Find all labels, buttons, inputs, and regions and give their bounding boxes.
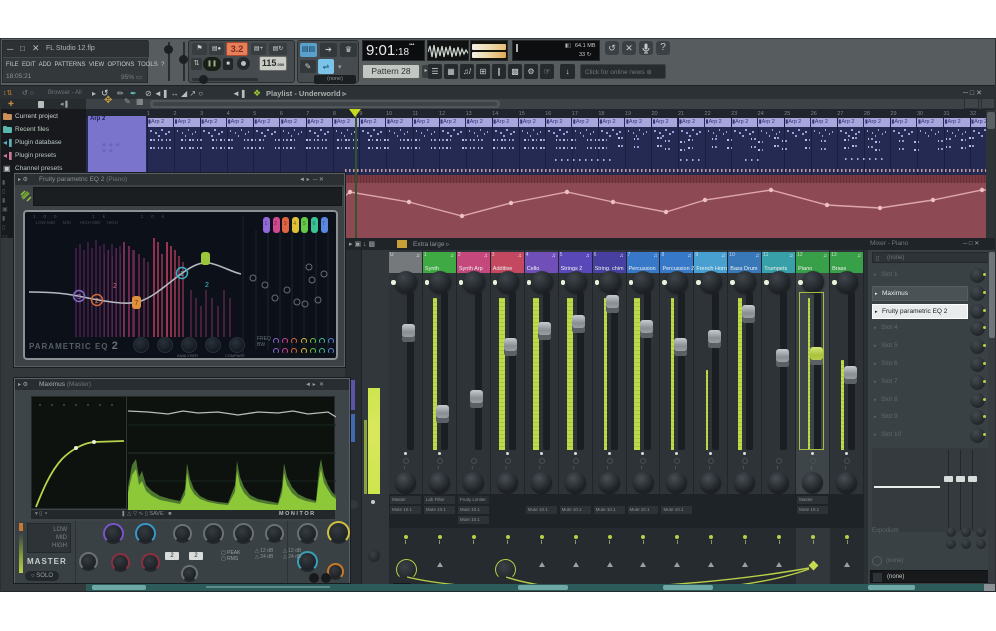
- svg-text:2: 2: [113, 283, 117, 290]
- svg-text:3: 3: [77, 294, 81, 301]
- svg-text:1: 1: [180, 271, 184, 278]
- svg-text:7: 7: [135, 300, 139, 307]
- svg-text:2: 2: [95, 298, 99, 305]
- svg-text:2: 2: [205, 282, 209, 289]
